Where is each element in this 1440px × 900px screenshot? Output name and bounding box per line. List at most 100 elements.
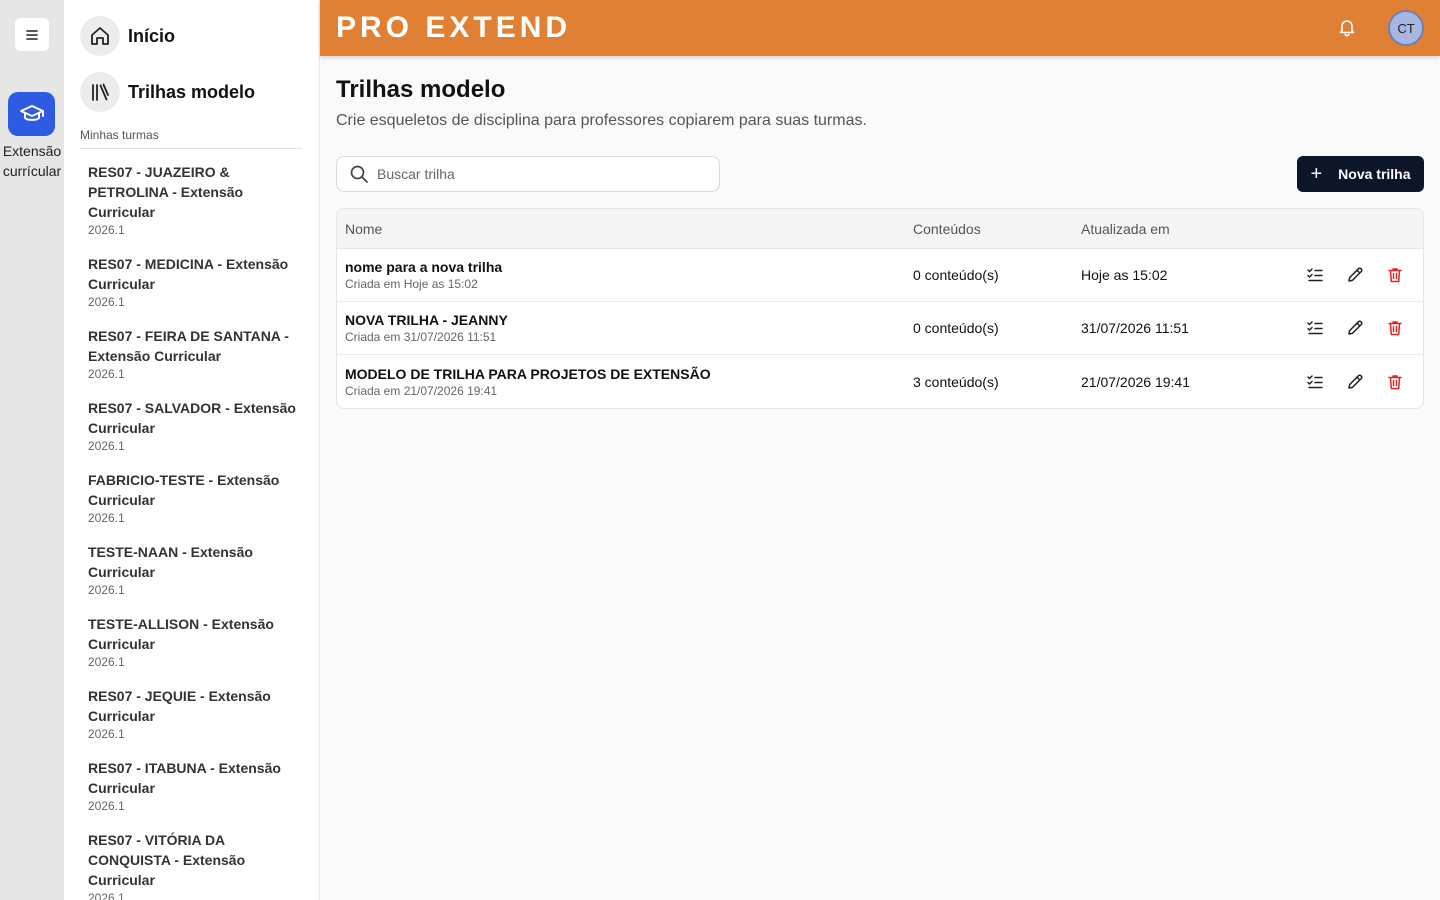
home-icon bbox=[80, 16, 120, 56]
section-title: Minhas turmas bbox=[80, 128, 159, 142]
app-rail: Extensão currícular bbox=[0, 0, 64, 900]
turma-item[interactable]: FABRICIO-TESTE - Extensão Curricular 202… bbox=[88, 470, 302, 526]
turma-semester: 2026.1 bbox=[88, 367, 125, 381]
turma-item[interactable]: RES07 - MEDICINA - Extensão Curricular 2… bbox=[88, 254, 302, 310]
bell-icon[interactable] bbox=[1337, 17, 1357, 37]
pencil-icon bbox=[1348, 320, 1363, 335]
menu-icon bbox=[26, 29, 38, 40]
trash-icon bbox=[1388, 268, 1402, 283]
trash-icon bbox=[1388, 321, 1402, 336]
turma-semester: 2026.1 bbox=[88, 511, 125, 525]
turma-semester: 2026.1 bbox=[88, 655, 125, 669]
turma-semester: 2026.1 bbox=[88, 439, 125, 453]
row-updated: 31/07/2026 11:51 bbox=[1081, 320, 1189, 336]
turma-item[interactable]: RES07 - FEIRA DE SANTANA - Extensão Curr… bbox=[88, 326, 302, 382]
top-header: PRO EXTEND CT bbox=[320, 0, 1440, 56]
turma-name: RES07 - JEQUIE - Extensão Curricular bbox=[88, 688, 271, 724]
turma-name: TESTE-ALLISON - Extensão Curricular bbox=[88, 616, 274, 652]
col-header-conteudos[interactable]: Conteúdos bbox=[913, 221, 1081, 237]
delete-button[interactable] bbox=[1375, 312, 1415, 344]
turma-name: RES07 - MEDICINA - Extensão Curricular bbox=[88, 256, 289, 292]
menu-button[interactable] bbox=[15, 18, 49, 51]
turma-name: RES07 - JUAZEIRO & PETROLINA - Extensão … bbox=[88, 164, 244, 220]
turma-item[interactable]: TESTE-ALLISON - Extensão Curricular 2026… bbox=[88, 614, 302, 670]
row-actions bbox=[1291, 259, 1423, 291]
turma-name: RES07 - SALVADOR - Extensão Curricular bbox=[88, 400, 296, 436]
trash-icon bbox=[1388, 374, 1402, 389]
graduation-cap-icon bbox=[19, 105, 44, 121]
turma-item[interactable]: RES07 - JUAZEIRO & PETROLINA - Extensão … bbox=[88, 162, 302, 238]
row-name: NOVA TRILHA - JEANNY bbox=[345, 312, 508, 328]
table-row[interactable]: MODELO DE TRILHA PARA PROJETOS DE EXTENS… bbox=[337, 355, 1423, 408]
list-checks-icon bbox=[1307, 268, 1323, 282]
main-content: Trilhas modelo Crie esqueletos de discip… bbox=[320, 56, 1440, 900]
sidebar-item-inicio[interactable]: Início bbox=[80, 16, 175, 56]
row-contents: 0 conteúdo(s) bbox=[913, 320, 999, 336]
search-icon bbox=[350, 165, 368, 183]
turma-name: RES07 - ITABUNA - Extensão Curricular bbox=[88, 760, 281, 796]
turma-name: FABRICIO-TESTE - Extensão Curricular bbox=[88, 472, 280, 508]
turma-semester: 2026.1 bbox=[88, 799, 125, 813]
table-row[interactable]: NOVA TRILHA - JEANNY Criada em 31/07/202… bbox=[337, 302, 1423, 355]
turma-name: RES07 - FEIRA DE SANTANA - Extensão Curr… bbox=[88, 328, 289, 364]
edit-button[interactable] bbox=[1335, 312, 1375, 344]
col-header-atualizada[interactable]: Atualizada em bbox=[1081, 221, 1291, 237]
logo[interactable]: PRO EXTEND bbox=[336, 11, 571, 45]
new-trilha-button[interactable]: + Nova trilha bbox=[1297, 156, 1424, 192]
app-extensao-button[interactable] bbox=[8, 92, 55, 136]
turma-semester: 2026.1 bbox=[88, 295, 125, 309]
row-name: nome para a nova trilha bbox=[345, 259, 503, 275]
turma-item[interactable]: RES07 - SALVADOR - Extensão Curricular 2… bbox=[88, 398, 302, 454]
turma-item[interactable]: TESTE-NAAN - Extensão Curricular 2026.1 bbox=[88, 542, 302, 598]
turmas-list: RES07 - JUAZEIRO & PETROLINA - Extensão … bbox=[88, 162, 302, 900]
list-checks-icon bbox=[1307, 321, 1323, 335]
sidebar-item-label: Trilhas modelo bbox=[128, 81, 256, 102]
new-trilha-label: Nova trilha bbox=[1338, 166, 1411, 182]
edit-button[interactable] bbox=[1335, 259, 1375, 291]
row-actions bbox=[1291, 312, 1423, 344]
row-created: Criada em Hoje as 15:02 bbox=[345, 277, 478, 291]
delete-button[interactable] bbox=[1375, 259, 1415, 291]
pencil-icon bbox=[1348, 373, 1363, 389]
turma-name: RES07 - VITÓRIA DA CONQUISTA - Extensão … bbox=[88, 832, 246, 888]
row-contents: 3 conteúdo(s) bbox=[913, 373, 999, 390]
row-created: Criada em 31/07/2026 11:51 bbox=[345, 330, 497, 344]
turma-item[interactable]: RES07 - ITABUNA - Extensão Curricular 20… bbox=[88, 758, 302, 814]
sidebar-item-label: Início bbox=[128, 25, 176, 46]
avatar[interactable]: CT bbox=[1388, 10, 1424, 46]
row-updated: Hoje as 15:02 bbox=[1081, 267, 1168, 283]
page-title: Trilhas modelo bbox=[336, 76, 506, 103]
turma-semester: 2026.1 bbox=[88, 223, 125, 237]
row-name: MODELO DE TRILHA PARA PROJETOS DE EXTENS… bbox=[345, 365, 711, 382]
row-contents: 0 conteúdo(s) bbox=[913, 267, 999, 283]
col-header-nome[interactable]: Nome bbox=[337, 221, 913, 237]
sidebar-item-trilhas-modelo[interactable]: Trilhas modelo bbox=[80, 72, 255, 112]
turma-semester: 2026.1 bbox=[88, 583, 125, 597]
table-header: Nome Conteúdos Atualizada em bbox=[337, 209, 1423, 249]
plus-icon: + bbox=[1310, 163, 1323, 185]
table-row[interactable]: nome para a nova trilha Criada em Hoje a… bbox=[337, 249, 1423, 302]
manage-contents-button[interactable] bbox=[1295, 312, 1335, 344]
row-actions bbox=[1291, 366, 1423, 398]
delete-button[interactable] bbox=[1375, 366, 1415, 398]
search-input[interactable] bbox=[377, 166, 697, 182]
page-subtitle: Crie esqueletos de disciplina para profe… bbox=[336, 112, 867, 129]
manage-contents-button[interactable] bbox=[1295, 259, 1335, 291]
library-icon bbox=[80, 72, 120, 112]
turma-name: TESTE-NAAN - Extensão Curricular bbox=[88, 544, 253, 580]
pencil-icon bbox=[1348, 267, 1363, 282]
divider bbox=[80, 148, 302, 149]
turma-semester: 2026.1 bbox=[88, 891, 125, 900]
app-label[interactable]: Extensão currícular bbox=[0, 141, 64, 181]
search-box[interactable] bbox=[336, 156, 720, 192]
turma-item[interactable]: RES07 - JEQUIE - Extensão Curricular 202… bbox=[88, 686, 302, 742]
edit-button[interactable] bbox=[1335, 366, 1375, 398]
row-updated: 21/07/2026 19:41 bbox=[1081, 373, 1190, 390]
turma-semester: 2026.1 bbox=[88, 727, 125, 741]
trilhas-table: Nome Conteúdos Atualizada em nome para a… bbox=[336, 208, 1424, 409]
list-checks-icon bbox=[1307, 374, 1323, 388]
row-created: Criada em 21/07/2026 19:41 bbox=[345, 383, 498, 398]
sidebar: Início Trilhas modelo Minhas turmas RES0… bbox=[64, 0, 320, 900]
manage-contents-button[interactable] bbox=[1295, 366, 1335, 398]
turma-item[interactable]: RES07 - VITÓRIA DA CONQUISTA - Extensão … bbox=[88, 830, 302, 900]
